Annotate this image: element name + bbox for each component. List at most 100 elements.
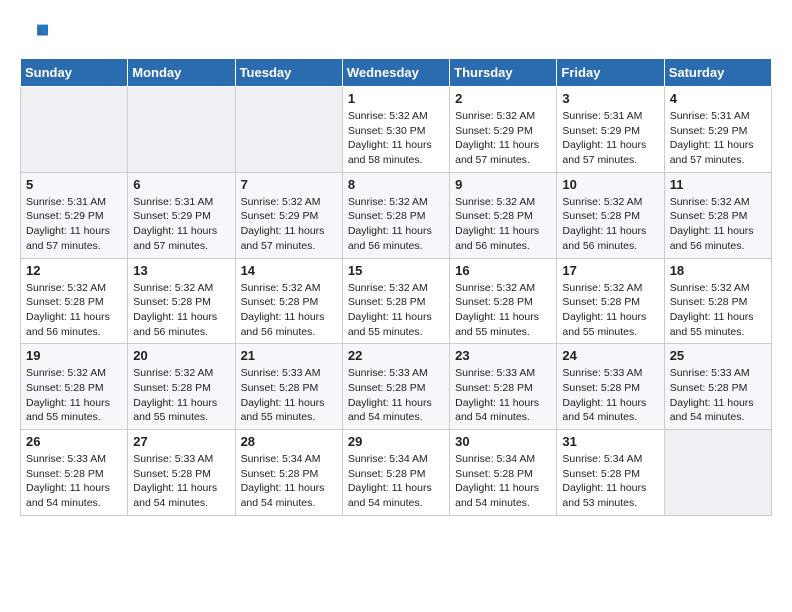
day-number: 6 [133, 177, 229, 192]
calendar-table: SundayMondayTuesdayWednesdayThursdayFrid… [20, 58, 772, 516]
logo [20, 20, 52, 48]
day-number: 27 [133, 434, 229, 449]
day-number: 5 [26, 177, 122, 192]
day-number: 26 [26, 434, 122, 449]
calendar-cell: 22 Sunrise: 5:33 AMSunset: 5:28 PMDayligh… [342, 344, 449, 430]
calendar-cell: 13 Sunrise: 5:32 AMSunset: 5:28 PMDayligh… [128, 258, 235, 344]
day-number: 30 [455, 434, 551, 449]
day-info: Sunrise: 5:31 AMSunset: 5:29 PMDaylight:… [562, 109, 658, 168]
day-info: Sunrise: 5:32 AMSunset: 5:28 PMDaylight:… [348, 281, 444, 340]
day-info: Sunrise: 5:33 AMSunset: 5:28 PMDaylight:… [241, 366, 337, 425]
calendar-week-row: 26 Sunrise: 5:33 AMSunset: 5:28 PMDayligh… [21, 430, 772, 516]
day-info: Sunrise: 5:31 AMSunset: 5:29 PMDaylight:… [133, 195, 229, 254]
day-info: Sunrise: 5:32 AMSunset: 5:29 PMDaylight:… [241, 195, 337, 254]
day-number: 15 [348, 263, 444, 278]
calendar-week-row: 5 Sunrise: 5:31 AMSunset: 5:29 PMDaylight… [21, 172, 772, 258]
day-info: Sunrise: 5:33 AMSunset: 5:28 PMDaylight:… [348, 366, 444, 425]
calendar-cell: 16Sunrise: 5:32 AMSunset: 5:28 PMDayligh… [450, 258, 557, 344]
day-number: 11 [670, 177, 766, 192]
day-info: Sunrise: 5:32 AMSunset: 5:30 PMDaylight:… [348, 109, 444, 168]
day-info: Sunrise: 5:34 AMSunset: 5:28 PMDaylight:… [241, 452, 337, 511]
day-number: 29 [348, 434, 444, 449]
day-number: 21 [241, 348, 337, 363]
day-info: Sunrise: 5:32 AMSunset: 5:28 PMDaylight:… [670, 281, 766, 340]
calendar-cell: 20Sunrise: 5:32 AMSunset: 5:28 PMDayligh… [128, 344, 235, 430]
day-info: Sunrise: 5:32 AMSunset: 5:28 PMDaylight:… [562, 281, 658, 340]
day-info: Sunrise: 5:33 AMSunset: 5:28 PMDaylight:… [562, 366, 658, 425]
day-number: 17 [562, 263, 658, 278]
day-info: Sunrise: 5:33 AMSunset: 5:28 PMDaylight:… [670, 366, 766, 425]
calendar-cell: 9Sunrise: 5:32 AMSunset: 5:28 PMDaylight… [450, 172, 557, 258]
calendar-week-row: 1 Sunrise: 5:32 AMSunset: 5:30 PMDaylight… [21, 87, 772, 173]
day-info: Sunrise: 5:32 AMSunset: 5:29 PMDaylight:… [455, 109, 551, 168]
day-info: Sunrise: 5:34 AMSunset: 5:28 PMDaylight:… [348, 452, 444, 511]
calendar-cell: 29 Sunrise: 5:34 AMSunset: 5:28 PMDayligh… [342, 430, 449, 516]
day-info: Sunrise: 5:33 AMSunset: 5:28 PMDaylight:… [26, 452, 122, 511]
calendar-week-row: 12 Sunrise: 5:32 AMSunset: 5:28 PMDayligh… [21, 258, 772, 344]
calendar-cell: 23 Sunrise: 5:33 AMSunset: 5:28 PMDayligh… [450, 344, 557, 430]
weekday-header-row: SundayMondayTuesdayWednesdayThursdayFrid… [21, 59, 772, 87]
day-number: 31 [562, 434, 658, 449]
day-info: Sunrise: 5:32 AMSunset: 5:28 PMDaylight:… [670, 195, 766, 254]
calendar-cell: 2 Sunrise: 5:32 AMSunset: 5:29 PMDaylight… [450, 87, 557, 173]
day-info: Sunrise: 5:32 AMSunset: 5:28 PMDaylight:… [241, 281, 337, 340]
weekday-header: Sunday [21, 59, 128, 87]
calendar-cell: 1 Sunrise: 5:32 AMSunset: 5:30 PMDaylight… [342, 87, 449, 173]
day-number: 3 [562, 91, 658, 106]
day-info: Sunrise: 5:32 AMSunset: 5:28 PMDaylight:… [26, 281, 122, 340]
calendar-cell: 17 Sunrise: 5:32 AMSunset: 5:28 PMDayligh… [557, 258, 664, 344]
day-info: Sunrise: 5:32 AMSunset: 5:28 PMDaylight:… [348, 195, 444, 254]
calendar-cell: 30 Sunrise: 5:34 AMSunset: 5:28 PMDayligh… [450, 430, 557, 516]
weekday-header: Monday [128, 59, 235, 87]
day-number: 1 [348, 91, 444, 106]
calendar-cell: 12 Sunrise: 5:32 AMSunset: 5:28 PMDayligh… [21, 258, 128, 344]
logo-icon [20, 20, 48, 48]
calendar-cell: 18Sunrise: 5:32 AMSunset: 5:28 PMDayligh… [664, 258, 771, 344]
calendar-cell: 26 Sunrise: 5:33 AMSunset: 5:28 PMDayligh… [21, 430, 128, 516]
page-header [20, 20, 772, 48]
day-number: 2 [455, 91, 551, 106]
calendar-cell: 3 Sunrise: 5:31 AMSunset: 5:29 PMDaylight… [557, 87, 664, 173]
day-number: 24 [562, 348, 658, 363]
day-number: 20 [133, 348, 229, 363]
day-number: 9 [455, 177, 551, 192]
day-number: 14 [241, 263, 337, 278]
day-number: 22 [348, 348, 444, 363]
calendar-cell: 15 Sunrise: 5:32 AMSunset: 5:28 PMDayligh… [342, 258, 449, 344]
calendar-cell: 21 Sunrise: 5:33 AMSunset: 5:28 PMDayligh… [235, 344, 342, 430]
calendar-cell [664, 430, 771, 516]
day-info: Sunrise: 5:32 AMSunset: 5:28 PMDaylight:… [26, 366, 122, 425]
calendar-cell: 4Sunrise: 5:31 AMSunset: 5:29 PMDaylight… [664, 87, 771, 173]
calendar-cell [128, 87, 235, 173]
calendar-cell: 7 Sunrise: 5:32 AMSunset: 5:29 PMDaylight… [235, 172, 342, 258]
weekday-header: Saturday [664, 59, 771, 87]
day-number: 23 [455, 348, 551, 363]
calendar-cell: 24 Sunrise: 5:33 AMSunset: 5:28 PMDayligh… [557, 344, 664, 430]
weekday-header: Friday [557, 59, 664, 87]
calendar-week-row: 19 Sunrise: 5:32 AMSunset: 5:28 PMDayligh… [21, 344, 772, 430]
calendar-cell: 5 Sunrise: 5:31 AMSunset: 5:29 PMDaylight… [21, 172, 128, 258]
day-number: 13 [133, 263, 229, 278]
weekday-header: Tuesday [235, 59, 342, 87]
day-number: 19 [26, 348, 122, 363]
weekday-header: Thursday [450, 59, 557, 87]
calendar-cell: 27 Sunrise: 5:33 AMSunset: 5:28 PMDayligh… [128, 430, 235, 516]
calendar-cell: 19 Sunrise: 5:32 AMSunset: 5:28 PMDayligh… [21, 344, 128, 430]
calendar-cell: 14 Sunrise: 5:32 AMSunset: 5:28 PMDayligh… [235, 258, 342, 344]
day-number: 16 [455, 263, 551, 278]
weekday-header: Wednesday [342, 59, 449, 87]
day-info: Sunrise: 5:34 AMSunset: 5:28 PMDaylight:… [455, 452, 551, 511]
day-info: Sunrise: 5:34 AMSunset: 5:28 PMDaylight:… [562, 452, 658, 511]
day-number: 25 [670, 348, 766, 363]
day-number: 12 [26, 263, 122, 278]
calendar-cell: 10Sunrise: 5:32 AMSunset: 5:28 PMDayligh… [557, 172, 664, 258]
day-info: Sunrise: 5:31 AMSunset: 5:29 PMDaylight:… [670, 109, 766, 168]
day-number: 7 [241, 177, 337, 192]
day-info: Sunrise: 5:31 AMSunset: 5:29 PMDaylight:… [26, 195, 122, 254]
calendar-cell [235, 87, 342, 173]
day-info: Sunrise: 5:33 AMSunset: 5:28 PMDaylight:… [133, 452, 229, 511]
day-info: Sunrise: 5:32 AMSunset: 5:28 PMDaylight:… [133, 281, 229, 340]
day-info: Sunrise: 5:32 AMSunset: 5:28 PMDaylight:… [562, 195, 658, 254]
day-info: Sunrise: 5:33 AMSunset: 5:28 PMDaylight:… [455, 366, 551, 425]
day-number: 28 [241, 434, 337, 449]
